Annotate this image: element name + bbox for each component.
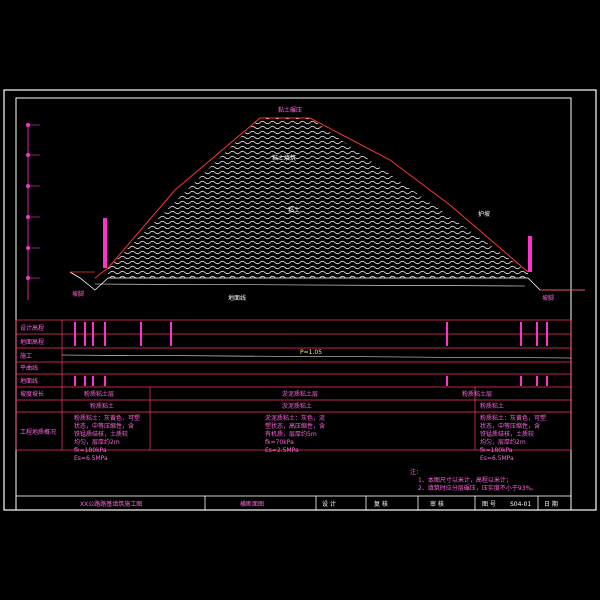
section-sub-1: 淤泥质粘土 bbox=[282, 402, 312, 410]
geology-mid: 淤泥质粘土：灰色，流 塑状态，高压缩性，含 有机质，层厚约5m fk=70kPa… bbox=[265, 414, 325, 454]
notes-title: 注： bbox=[410, 468, 422, 476]
project-title: XX公路路基填筑施工图 bbox=[80, 500, 142, 508]
drawing-no-label: 图 号 bbox=[482, 501, 496, 508]
ground-label: 地面线 bbox=[228, 294, 246, 302]
drawing-no: S04-01 bbox=[510, 501, 531, 508]
drawing-name: 横断面图 bbox=[240, 500, 264, 508]
section-label-2: 粉质粘土层 bbox=[462, 390, 492, 398]
row-label-3: 平曲线 bbox=[20, 364, 38, 372]
review-label: 审 核 bbox=[430, 500, 444, 508]
row-label-2: 施工 bbox=[20, 352, 32, 360]
svg-text:Es=6.5MPa: Es=6.5MPa bbox=[480, 455, 514, 462]
design-label: 设 计 bbox=[322, 500, 336, 508]
svg-text:均匀，层厚约2m: 均匀，层厚约2m bbox=[74, 438, 120, 446]
svg-text:Es=2.5MPa: Es=2.5MPa bbox=[265, 447, 299, 454]
svg-text:粉质粘土：灰黄色，可塑: 粉质粘土：灰黄色，可塑 bbox=[480, 414, 546, 422]
cad-drawing: 黏土碾压 粘土填筑 粘土 护坡 坡脚 坡脚 地面线 设计高程 地面高程 施工 平… bbox=[3, 89, 597, 511]
crest-label: 黏土碾压 bbox=[278, 106, 302, 114]
section-sub-2: 粉质粘土 bbox=[480, 402, 504, 410]
svg-text:塑状态，高压缩性，含: 塑状态，高压缩性，含 bbox=[265, 422, 325, 430]
row-label-1: 地面高程 bbox=[20, 338, 44, 346]
geology-right: 粉质粘土：灰黄色，可塑 状态，中等压缩性，含 铁锰质结核，土质较 均匀，层厚约2… bbox=[480, 414, 546, 462]
svg-text:粉质粘土：灰黄色，可塑: 粉质粘土：灰黄色，可塑 bbox=[74, 414, 140, 422]
note-line-2: 2、填筑时应分层碾压，压实度不小于93%。 bbox=[418, 484, 537, 492]
svg-text:有机质，层厚约5m: 有机质，层厚约5m bbox=[265, 430, 317, 438]
svg-text:铁锰质结核，土质较: 铁锰质结核，土质较 bbox=[74, 430, 128, 438]
svg-text:fk=70kPa: fk=70kPa bbox=[265, 439, 294, 446]
elevation-scale bbox=[26, 123, 40, 300]
row-label-4: 地面线 bbox=[20, 377, 38, 385]
section-sub-0: 粉质粘土 bbox=[90, 402, 114, 410]
section-label-1: 淤泥质粘土层 bbox=[282, 390, 318, 398]
row-label-0: 设计高程 bbox=[20, 324, 44, 332]
svg-text:Es=6.5MPa: Es=6.5MPa bbox=[74, 455, 108, 462]
left-toe-label: 坡脚 bbox=[72, 290, 84, 298]
svg-text:fk=180kPa: fk=180kPa bbox=[74, 447, 107, 454]
svg-text:状态，中等压缩性，含: 状态，中等压缩性，含 bbox=[74, 422, 134, 430]
svg-text:均匀，层厚约2m: 均匀，层厚约2m bbox=[480, 438, 526, 446]
mid-label-2: 粘土 bbox=[288, 206, 300, 214]
section-label-0: 粉质粘土层 bbox=[84, 390, 114, 398]
geology-left: 粉质粘土：灰黄色，可塑 状态，中等压缩性，含 铁锰质结核，土质较 均匀，层厚约2… bbox=[74, 414, 140, 462]
svg-text:铁锰质结核，土质较: 铁锰质结核，土质较 bbox=[480, 430, 534, 438]
row-label-5: 坡度坡长 bbox=[20, 390, 44, 398]
svg-text:fk=180kPa: fk=180kPa bbox=[480, 447, 513, 454]
mid-value: P=1.05 bbox=[300, 349, 322, 356]
row-label-6: 工程地质概况 bbox=[20, 428, 56, 436]
original-ground bbox=[94, 283, 526, 287]
svg-text:淤泥质粘土：灰色，流: 淤泥质粘土：灰色，流 bbox=[265, 414, 325, 422]
svg-text:状态，中等压缩性，含: 状态，中等压缩性，含 bbox=[480, 422, 540, 430]
embankment-fill bbox=[108, 118, 528, 278]
right-toe-label: 坡脚 bbox=[542, 294, 554, 302]
check-label: 复 核 bbox=[374, 500, 388, 508]
date-label: 日 期 bbox=[544, 500, 558, 508]
note-line-1: 1、本图尺寸以米计，高程以米计； bbox=[418, 476, 512, 484]
right-slope-label: 护坡 bbox=[478, 210, 490, 218]
mid-label-1: 粘土填筑 bbox=[272, 154, 296, 162]
